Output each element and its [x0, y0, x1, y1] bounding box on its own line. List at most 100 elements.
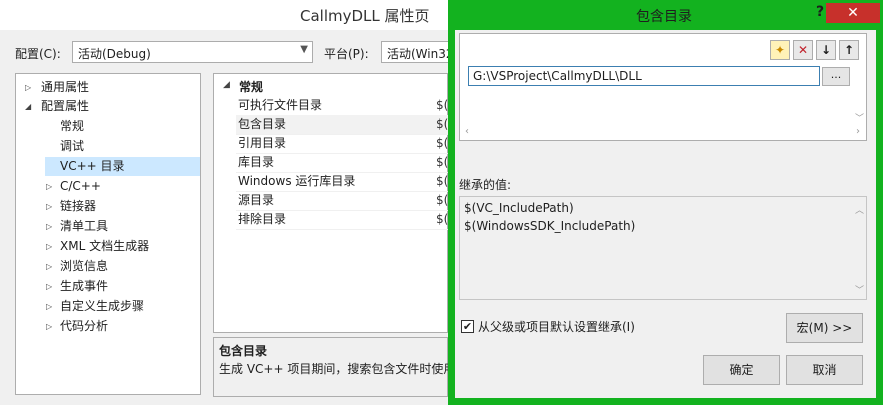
grid-row-name: 可执行文件目录 [238, 98, 323, 112]
inherited-value: $(WindowsSDK_IncludePath) [464, 219, 636, 233]
tree-item-label: 调试 [60, 139, 85, 153]
grid-section-title: 常规 [239, 80, 264, 94]
property-tree[interactable]: ▷ 通用属性 ◢ 配置属性 常规 调试 VC++ 目录 ▷ C/C++ ▷ 链接… [15, 73, 201, 395]
chevron-down-icon[interactable]: ﹀ [855, 283, 864, 296]
grid-row-value: $( [436, 212, 449, 226]
include-dirs-dialog: 包含目录 ? ✕ ✦ ✕ ↓ ↑ G:\VSProject\CallmyDLL\… [448, 0, 883, 405]
close-button[interactable]: ✕ [826, 3, 880, 23]
expand-icon[interactable]: ▷ [46, 177, 56, 196]
tree-item-general-sub[interactable]: 常规 [16, 117, 200, 136]
config-value: 活动(Debug) [78, 47, 151, 61]
grid-row[interactable]: 排除目录 $( [236, 210, 449, 230]
property-grid[interactable]: ◢ 常规 可执行文件目录 $( 包含目录 $( 引用目录 $( 库目录 $( W… [213, 73, 449, 333]
close-icon: ✕ [847, 5, 859, 21]
grid-row[interactable]: 源目录 $( [236, 191, 449, 211]
tree-item-general[interactable]: ▷ 通用属性 [16, 78, 200, 97]
expand-icon[interactable]: ▷ [46, 217, 56, 236]
back-window-title: CallmyDLL 属性页 [300, 7, 430, 25]
inherited-values-label: 继承的值: [459, 178, 512, 192]
tree-item-vc-directories[interactable]: VC++ 目录 [45, 157, 200, 176]
expand-icon[interactable]: ▷ [46, 277, 56, 296]
tree-item-label: 链接器 [60, 199, 97, 213]
tree-item-label: 代码分析 [60, 319, 109, 333]
inherit-checkbox-label[interactable]: 从父级或项目默认设置继承(I) [478, 318, 635, 335]
collapse-icon[interactable]: ◢ [223, 80, 230, 90]
macros-button-label: 宏(M) >> [796, 321, 853, 335]
move-down-button[interactable]: ↓ [816, 40, 836, 60]
inherited-values-list[interactable]: $(VC_IncludePath) $(WindowsSDK_IncludePa… [459, 196, 867, 300]
browse-label: ... [830, 68, 842, 81]
grid-row-name: 库目录 [238, 155, 275, 169]
tree-item-custom-build[interactable]: ▷ 自定义生成步骤 [16, 297, 200, 316]
config-label: 配置(C): [15, 47, 61, 61]
new-line-button[interactable]: ✦ [770, 40, 790, 60]
description-title: 包含目录 [219, 344, 268, 358]
ok-button[interactable]: 确定 [703, 355, 780, 385]
tree-item-build-events[interactable]: ▷ 生成事件 [16, 277, 200, 296]
move-up-button[interactable]: ↑ [839, 40, 859, 60]
grid-row-value: $( [436, 174, 449, 188]
tree-item-label: VC++ 目录 [60, 159, 125, 173]
tree-item-browse-info[interactable]: ▷ 浏览信息 [16, 257, 200, 276]
grid-row[interactable]: 引用目录 $( [236, 134, 449, 154]
tree-item-manifest-tool[interactable]: ▷ 清单工具 [16, 217, 200, 236]
ok-button-label: 确定 [729, 363, 754, 377]
tree-item-debugging[interactable]: 调试 [16, 137, 200, 156]
cancel-button-label: 取消 [812, 363, 837, 377]
inherit-checkbox[interactable]: ✔ [461, 320, 474, 333]
grid-row[interactable]: 库目录 $( [236, 153, 449, 173]
tree-item-label: 生成事件 [60, 279, 109, 293]
chevron-down-icon[interactable]: ﹀ [855, 111, 864, 124]
back-window-titlebar: CallmyDLL 属性页 [0, 0, 448, 30]
arrow-up-icon: ↑ [843, 43, 855, 57]
grid-row-selected[interactable]: 包含目录 $( [236, 115, 449, 135]
help-icon[interactable]: ? [816, 4, 824, 20]
config-combo[interactable]: 活动(Debug) ▼ [72, 41, 313, 63]
tree-item-xml-doc[interactable]: ▷ XML 文档生成器 [16, 237, 200, 256]
tree-item-config-props[interactable]: ◢ 配置属性 [16, 97, 200, 116]
tree-item-label: 自定义生成步骤 [60, 299, 145, 313]
expand-icon[interactable]: ▷ [25, 78, 35, 97]
platform-value: 活动(Win32 [387, 47, 454, 61]
grid-row-value: $( [436, 136, 449, 150]
grid-row-name: Windows 运行库目录 [238, 174, 356, 188]
path-input[interactable]: G:\VSProject\CallmyDLL\DLL [468, 66, 820, 86]
cancel-button[interactable]: 取消 [786, 355, 863, 385]
grid-row-value: $( [436, 117, 449, 131]
grid-row[interactable]: 可执行文件目录 $( [236, 96, 449, 116]
grid-row-name: 排除目录 [238, 212, 287, 226]
delete-line-button[interactable]: ✕ [793, 40, 813, 60]
tree-item-label: 常规 [60, 119, 85, 133]
dialog-title: 包含目录 [636, 9, 692, 25]
collapse-icon[interactable]: ◢ [25, 97, 35, 116]
expand-icon[interactable]: ▷ [46, 297, 56, 316]
grid-row-value: $( [436, 98, 449, 112]
grid-row-name: 引用目录 [238, 136, 287, 150]
expand-icon[interactable]: ▷ [46, 237, 56, 256]
chevron-right-icon[interactable]: › [856, 126, 860, 137]
expand-icon[interactable]: ▷ [46, 317, 56, 336]
tree-item-code-analysis[interactable]: ▷ 代码分析 [16, 317, 200, 336]
macros-button[interactable]: 宏(M) >> [786, 313, 863, 343]
tree-item-cpp[interactable]: ▷ C/C++ [16, 177, 200, 196]
tree-item-linker[interactable]: ▷ 链接器 [16, 197, 200, 216]
browse-button[interactable]: ... [822, 67, 850, 86]
chevron-up-icon[interactable]: ︿ [855, 203, 864, 216]
expand-icon[interactable]: ▷ [46, 257, 56, 276]
expand-icon[interactable]: ▷ [46, 197, 56, 216]
tree-item-label: C/C++ [60, 179, 101, 193]
dialog-body: ✦ ✕ ↓ ↑ G:\VSProject\CallmyDLL\DLL ... ﹀… [455, 30, 876, 398]
grid-row-value: $( [436, 193, 449, 207]
grid-row-name: 包含目录 [238, 117, 287, 131]
check-icon: ✔ [462, 320, 473, 333]
grid-row-name: 源目录 [238, 193, 275, 207]
arrow-down-icon: ↓ [820, 43, 832, 57]
grid-row-value: $( [436, 155, 449, 169]
tree-item-label: 浏览信息 [60, 259, 109, 273]
chevron-down-icon: ▼ [300, 44, 308, 55]
grid-row[interactable]: Windows 运行库目录 $( [236, 172, 449, 192]
tree-item-label: 配置属性 [41, 99, 90, 113]
tree-item-label: XML 文档生成器 [60, 239, 150, 253]
directory-list[interactable]: ✦ ✕ ↓ ↑ G:\VSProject\CallmyDLL\DLL ... ﹀… [459, 33, 867, 141]
chevron-left-icon[interactable]: ‹ [465, 126, 469, 137]
